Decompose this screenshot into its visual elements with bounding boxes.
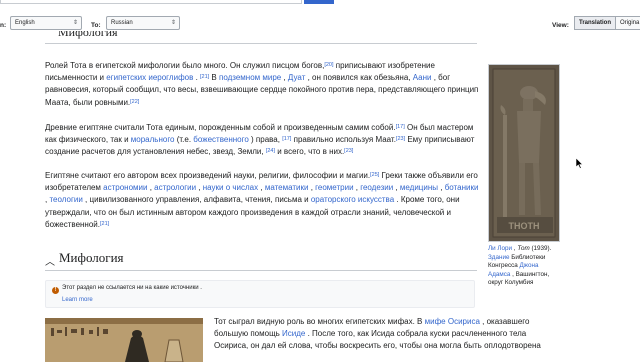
relief-inscription: THOTH [509,221,540,231]
ref-link[interactable]: [23] [396,136,405,142]
section-mythology-header[interactable]: ︿ Мифология [45,249,477,271]
ref-link[interactable]: [21] [200,74,209,80]
link-isis[interactable]: Исиде [282,329,305,338]
notice-text: Этот раздел не ссылается ни на какие ист… [62,285,202,291]
view-toggle: Translation Origina [574,16,640,30]
link-theology[interactable]: теологии [49,195,82,204]
link-medicine[interactable]: медицины [400,183,438,192]
paragraph-author: Египтяне считают его автором всех произв… [45,171,479,229]
caption-link-lee-lawrie[interactable]: Ли Лори [488,245,512,252]
figure-caption: Ли Лори , Тот (1939). Здание Библиотеки … [488,245,552,287]
ref-link[interactable]: [21] [100,221,109,227]
divider [45,43,477,44]
paragraph-roles: Ролей Тота в египетской мифологии было м… [45,61,479,107]
thoth-relief-image[interactable]: THOTH [488,64,560,242]
select-arrow-icon: ⇕ [170,20,176,26]
link-botany[interactable]: ботаники [445,183,479,192]
ref-link[interactable]: [24] [266,148,275,154]
view-original-button[interactable]: Origina [616,16,640,30]
ref-link[interactable]: [20] [324,62,333,68]
ref-link[interactable]: [23] [344,148,353,154]
ref-link[interactable]: [17] [282,136,291,142]
unsourced-notice: ! Этот раздел не ссылается ни на какие и… [45,280,475,308]
learn-more-link[interactable]: Learn more [62,297,93,303]
link-duat[interactable]: Дуат [288,73,305,82]
link-divine[interactable]: божественного [193,135,249,144]
warning-icon: ! [52,287,59,294]
paragraph-creation: Древние египтяне считали Тота единым, по… [45,123,475,157]
link-geodesy[interactable]: геодезии [360,183,393,192]
caption-link-building[interactable]: Здание [488,254,509,261]
link-underworld[interactable]: подземном мире [219,73,281,82]
from-label: n: [0,22,7,29]
top-search-button[interactable] [304,0,334,4]
link-mathematics[interactable]: математики [265,183,309,192]
thoth-figure: THOTH Ли Лори , Тот (1939). Здание Библи… [488,64,560,288]
link-hieroglyphs[interactable]: египетских иероглифов [106,73,193,82]
link-geometry[interactable]: геометрии [315,183,353,192]
link-aani[interactable]: Аани [413,73,432,82]
partial-heading: Мифология [58,31,118,39]
from-language-select[interactable]: English ⇕ [10,16,82,30]
link-astronomy[interactable]: астрономии [103,183,147,192]
thoth-relief-drawing: THOTH [489,65,559,241]
to-language-value: Russian [111,20,133,26]
link-astrology[interactable]: астрологии [154,183,196,192]
link-numbers[interactable]: науки о числах [203,183,258,192]
link-oratory[interactable]: ораторского искусства [311,195,394,204]
select-arrow-icon: ⇕ [72,20,78,26]
paragraph-osiris: Тот сыграл видную роль во многих египетс… [214,317,541,351]
ref-link[interactable]: [17] [396,124,405,130]
link-osiris-myth[interactable]: мифе Осириса [425,317,480,326]
divider [45,270,477,271]
to-label: To: [91,22,101,29]
view-label: View: [552,22,569,29]
link-moral[interactable]: морального [131,135,175,144]
section-title: Мифология [59,250,124,265]
ref-link[interactable]: [25] [370,172,379,178]
ref-link[interactable]: [22] [130,99,139,105]
papyrus-drawing [45,318,203,362]
chevron-up-icon[interactable]: ︿ [45,253,55,268]
view-translation-button[interactable]: Translation [574,16,617,30]
to-language-select[interactable]: Russian ⇕ [106,16,180,30]
from-language-value: English [15,20,35,26]
papyrus-image[interactable] [45,318,203,362]
top-search-input[interactable] [0,0,302,4]
